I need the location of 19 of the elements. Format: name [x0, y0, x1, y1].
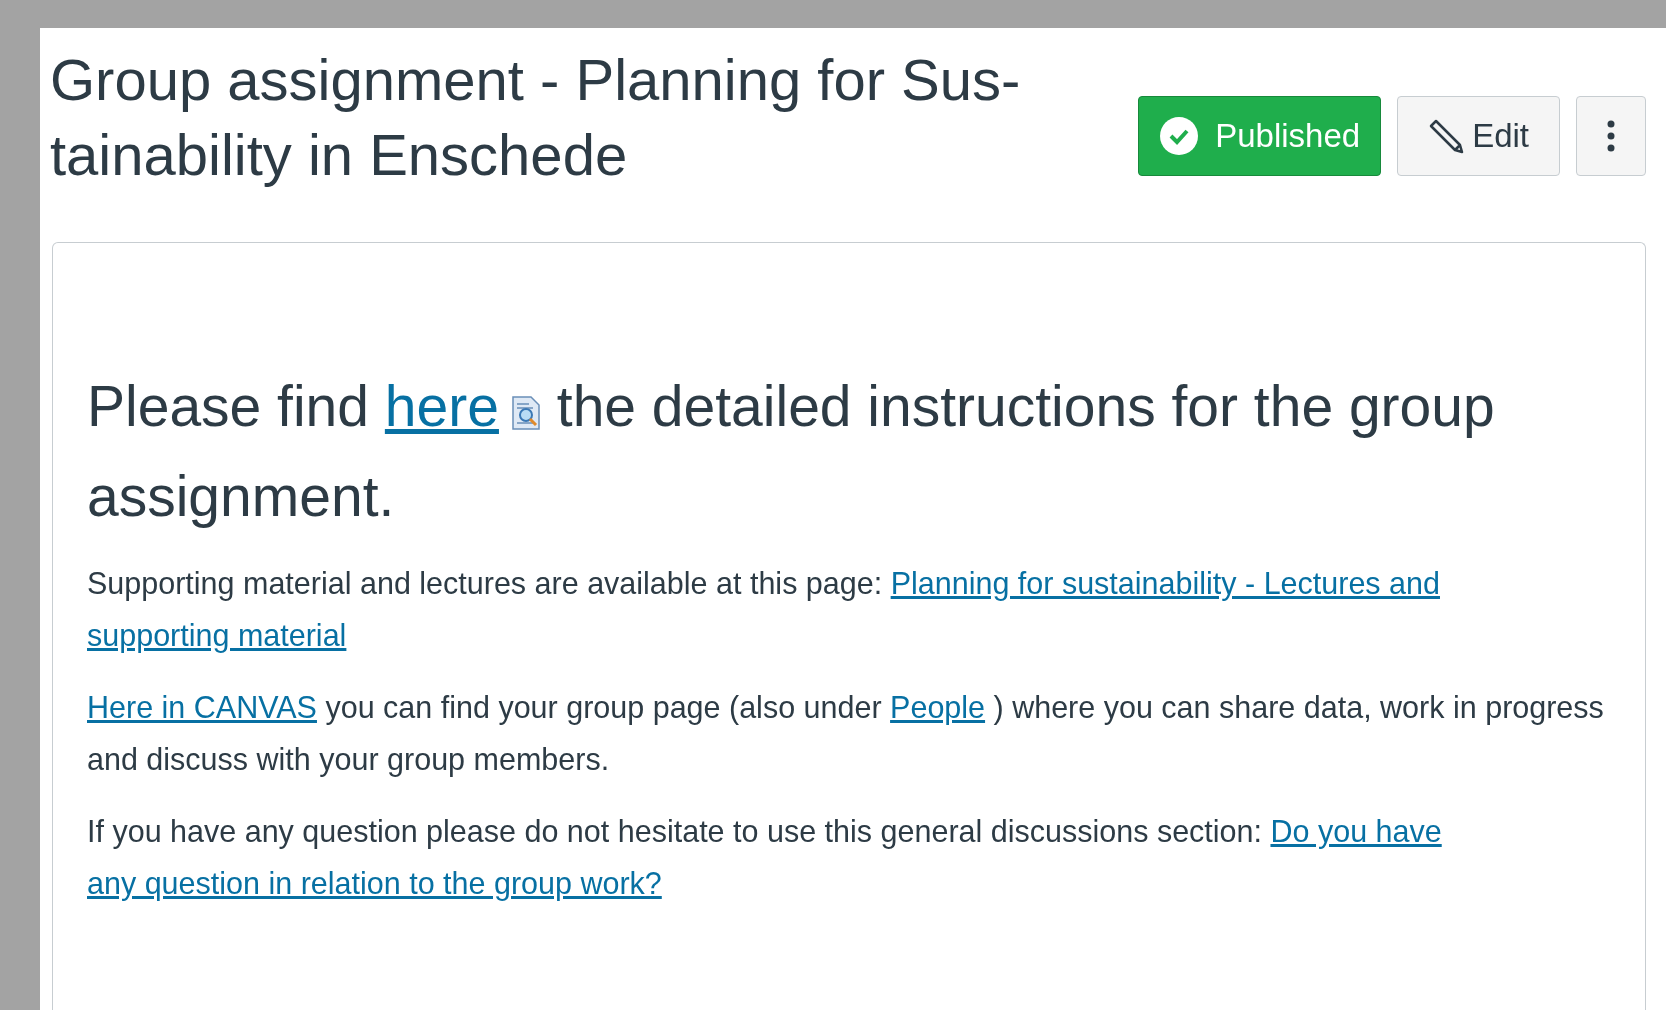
more-icon — [1607, 120, 1615, 152]
text-link[interactable]: any question in relation to the group work? — [87, 866, 662, 900]
text-link[interactable]: Here in CANVAS — [87, 690, 317, 724]
text-link[interactable]: supporting material — [87, 618, 347, 652]
text-link[interactable]: here — [384, 374, 499, 438]
more-options-button[interactable] — [1576, 96, 1646, 176]
edit-button[interactable]: Edit — [1397, 96, 1560, 176]
page-title: Group assignment - Planning for Sus-tainability in Enschede — [50, 46, 1022, 189]
document-preview-icon[interactable] — [510, 396, 541, 430]
text-link[interactable]: People — [890, 690, 986, 724]
text-link[interactable]: Planning for sustainability - Lectures and — [890, 566, 1440, 600]
pencil-icon — [1428, 118, 1465, 154]
paragraph-text: Here in CANVAS you can find your group page (also under People ) where you can share data, work in progress and discuss with your group members. — [87, 689, 1605, 779]
published-button[interactable]: Published — [1138, 96, 1382, 176]
paragraph-text: If you have any question please do not hesitate to use this general discussions section: Do you have any question in relation to the group work? — [87, 813, 1443, 903]
instructions-heading: Please find here the detailed instructions for the group assignment. — [87, 373, 1496, 530]
text-link[interactable]: Do you have — [1270, 814, 1442, 848]
check-circle-icon — [1159, 116, 1200, 156]
paragraph-text: Supporting material and lectures are available at this page: Planning for sustainability - Lectures and supporting material — [87, 565, 1441, 655]
